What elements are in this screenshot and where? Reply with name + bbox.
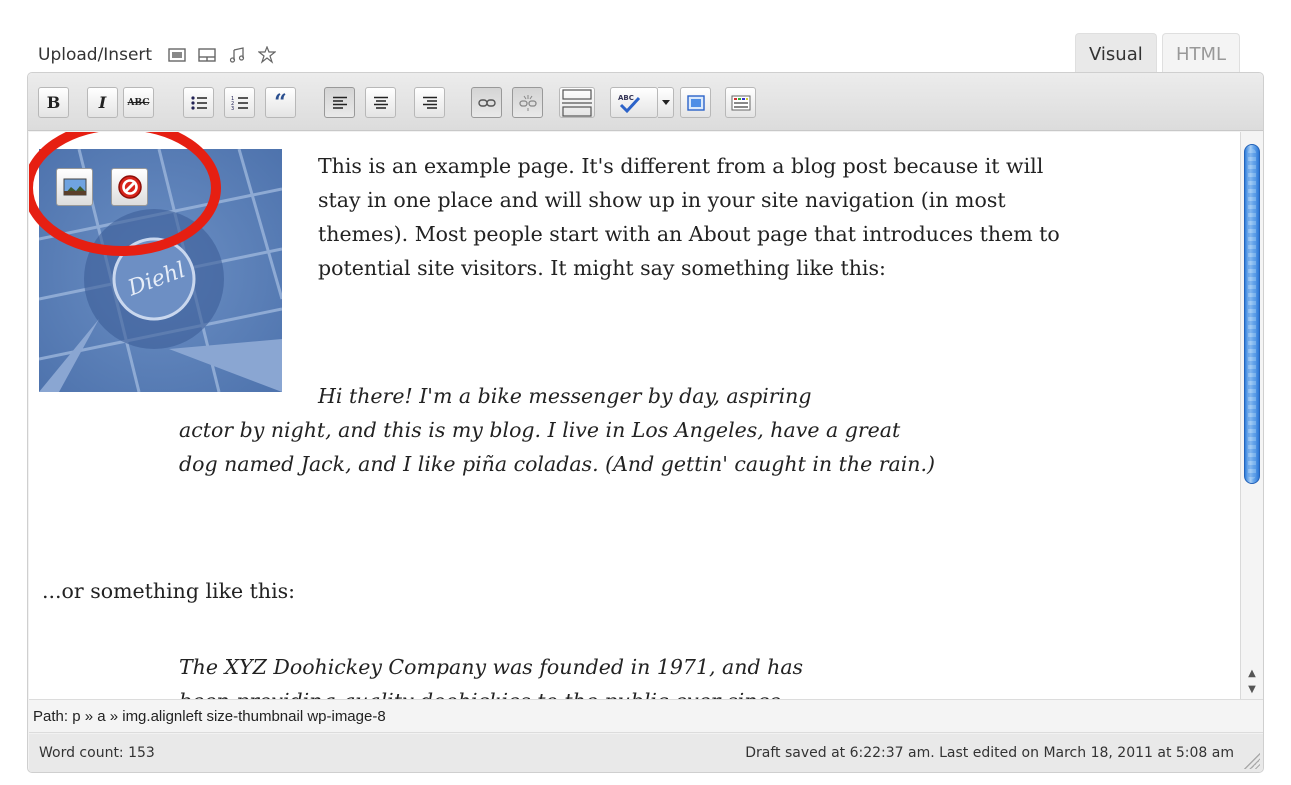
- fullscreen-icon: [686, 94, 705, 111]
- dropdown-arrow-icon: [661, 100, 670, 105]
- align-left-button[interactable]: [324, 87, 355, 118]
- unordered-list-icon: [190, 95, 207, 110]
- fullscreen-button[interactable]: [680, 87, 711, 118]
- editor-content[interactable]: Diehl This is an example page. It's diff…: [29, 132, 1240, 699]
- element-path-bar: Path: p » a » img.alignleft size-thumbna…: [29, 699, 1263, 733]
- kitchen-sink-icon: [731, 95, 750, 110]
- kitchen-sink-button[interactable]: [725, 87, 756, 118]
- italic-icon: I: [98, 93, 107, 112]
- blockquote-button[interactable]: “: [265, 87, 296, 118]
- align-center-icon: [373, 96, 388, 109]
- insert-link-icon: [477, 98, 496, 107]
- element-path: Path: p » a » img.alignleft size-thumbna…: [33, 708, 386, 725]
- svg-text:ABC: ABC: [618, 94, 634, 102]
- align-center-button[interactable]: [365, 87, 396, 118]
- blockquote-1-first-line: Hi there! I'm a bike messenger by day, a…: [318, 384, 812, 408]
- strikethrough-button[interactable]: ABC: [123, 87, 154, 118]
- unlink-button[interactable]: [512, 87, 543, 118]
- spellcheck-icon: ABC: [618, 94, 641, 113]
- bold-icon: B: [46, 93, 61, 112]
- align-right-icon: [422, 96, 437, 109]
- paragraph-or-something: ...or something like this:: [42, 579, 296, 603]
- scroll-up-arrow-icon[interactable]: ▲: [1241, 665, 1263, 681]
- post-editor: B I ABC 123 “ ABC Diehl This is an examp…: [27, 72, 1264, 773]
- blockquote-icon: “: [274, 89, 287, 116]
- more-tag-icon: [562, 88, 592, 117]
- resize-grip-icon[interactable]: [1242, 751, 1260, 769]
- status-bar: Word count: 153 Draft saved at 6:22:37 a…: [29, 734, 1263, 772]
- editor-toolbar: B I ABC 123 “ ABC: [28, 73, 1263, 131]
- upload-insert-bar: Upload/Insert: [38, 40, 286, 70]
- blockquote-1-rest: actor by night, and this is my blog. I l…: [179, 418, 936, 476]
- tab-visual[interactable]: Visual: [1075, 33, 1157, 75]
- svg-text:3: 3: [231, 106, 234, 111]
- scroll-down-arrow-icon[interactable]: ▼: [1241, 681, 1263, 697]
- blockquote-2-cut-line: been providing quality doohickies to the…: [179, 684, 939, 699]
- add-video-icon[interactable]: [196, 44, 218, 66]
- align-left-icon: [332, 96, 347, 109]
- upload-insert-label: Upload/Insert: [38, 45, 153, 65]
- add-image-icon[interactable]: [166, 44, 188, 66]
- word-count: Word count: 153: [39, 745, 155, 761]
- add-audio-icon[interactable]: [226, 44, 248, 66]
- tab-html[interactable]: HTML: [1162, 33, 1241, 75]
- italic-button[interactable]: I: [87, 87, 118, 118]
- align-right-button[interactable]: [414, 87, 445, 118]
- insert-more-tag-button[interactable]: [559, 87, 595, 118]
- draft-saved-status: Draft saved at 6:22:37 am. Last edited o…: [745, 745, 1234, 761]
- strikethrough-icon: ABC: [127, 97, 150, 108]
- ordered-list-button[interactable]: 123: [224, 87, 255, 118]
- blockquote-2: The XYZ Doohickey Company was founded in…: [179, 650, 939, 699]
- scrollbar-thumb[interactable]: [1244, 144, 1260, 484]
- vertical-scrollbar[interactable]: ▲ ▼: [1240, 132, 1263, 699]
- insert-link-button[interactable]: [471, 87, 502, 118]
- unlink-icon: [518, 94, 537, 111]
- paragraph-intro: This is an example page. It's different …: [318, 154, 1060, 280]
- blockquote-2-first-line: The XYZ Doohickey Company was founded in…: [179, 655, 804, 679]
- bold-button[interactable]: B: [38, 87, 69, 118]
- add-media-icon[interactable]: [256, 44, 278, 66]
- unordered-list-button[interactable]: [183, 87, 214, 118]
- ordered-list-icon: 123: [231, 96, 248, 111]
- spellcheck-button[interactable]: ABC: [610, 87, 658, 118]
- spellcheck-dropdown-button[interactable]: [658, 87, 674, 118]
